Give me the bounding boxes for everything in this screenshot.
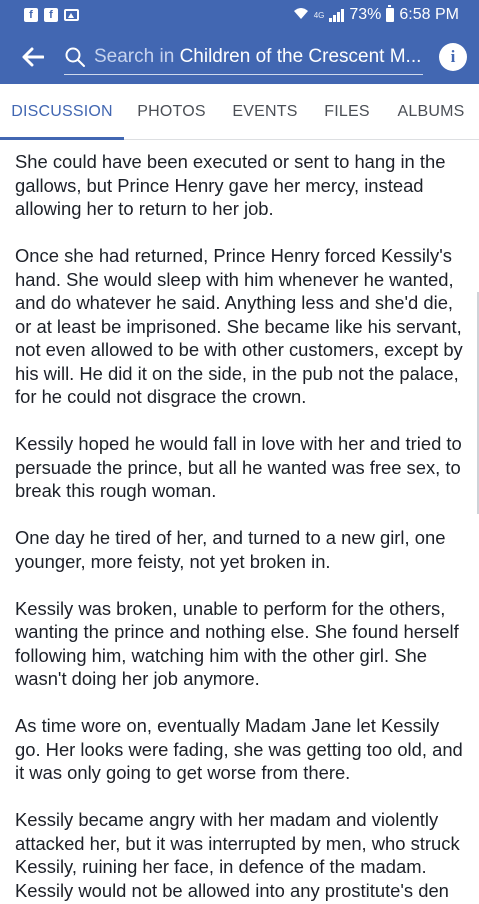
battery-percent: 73% (349, 6, 382, 23)
group-name: Children of the Crescent M... (179, 45, 422, 67)
group-search-input[interactable]: Search in Children of the Crescent M... (64, 39, 423, 75)
back-arrow-icon (22, 47, 44, 67)
clock: 6:58 PM (399, 6, 459, 23)
post-paragraph: As time wore on, eventually Madam Jane l… (15, 715, 463, 783)
post-paragraph: One day he tired of her, and turned to a… (15, 527, 446, 572)
tab-photos[interactable]: PHOTOS (124, 84, 219, 139)
notification-icons: f f (24, 8, 79, 22)
info-icon: i (450, 47, 456, 66)
group-tabs: DISCUSSION PHOTOS EVENTS FILES ALBUMS (0, 84, 479, 140)
tab-files[interactable]: FILES (311, 84, 383, 139)
signal-icon (329, 8, 345, 22)
post-body: She could have been executed or sent to … (0, 140, 479, 902)
network-type: 4G (313, 10, 325, 20)
post-paragraph: Kessily was broken, unable to perform fo… (15, 597, 459, 690)
facebook-notification-icon: f (24, 8, 38, 22)
tab-events[interactable]: EVENTS (219, 84, 311, 139)
tab-discussion[interactable]: DISCUSSION (0, 84, 124, 140)
search-header: Search in Children of the Crescent M... … (0, 30, 479, 84)
search-icon (65, 47, 85, 67)
system-status: 4G 73% 6:58 PM (293, 5, 459, 24)
info-button[interactable]: i (439, 43, 467, 71)
post-paragraph: Once she had returned, Prince Henry forc… (15, 245, 463, 407)
photo-notification-icon (64, 9, 79, 21)
search-placeholder: Search in Children of the Crescent M... (94, 46, 421, 68)
tab-albums[interactable]: ALBUMS (383, 84, 479, 139)
back-button[interactable] (18, 42, 48, 72)
post-paragraph: She could have been executed or sent to … (15, 151, 446, 219)
status-bar: f f 4G 73% 6:58 PM (0, 0, 479, 30)
battery-icon (386, 5, 395, 22)
post-paragraph: Kessily became angry with her madam and … (15, 809, 460, 901)
facebook-notification-icon: f (44, 8, 58, 22)
post-paragraph: Kessily hoped he would fall in love with… (15, 433, 462, 501)
wifi-icon (293, 7, 309, 23)
search-prefix: Search in (94, 45, 175, 67)
